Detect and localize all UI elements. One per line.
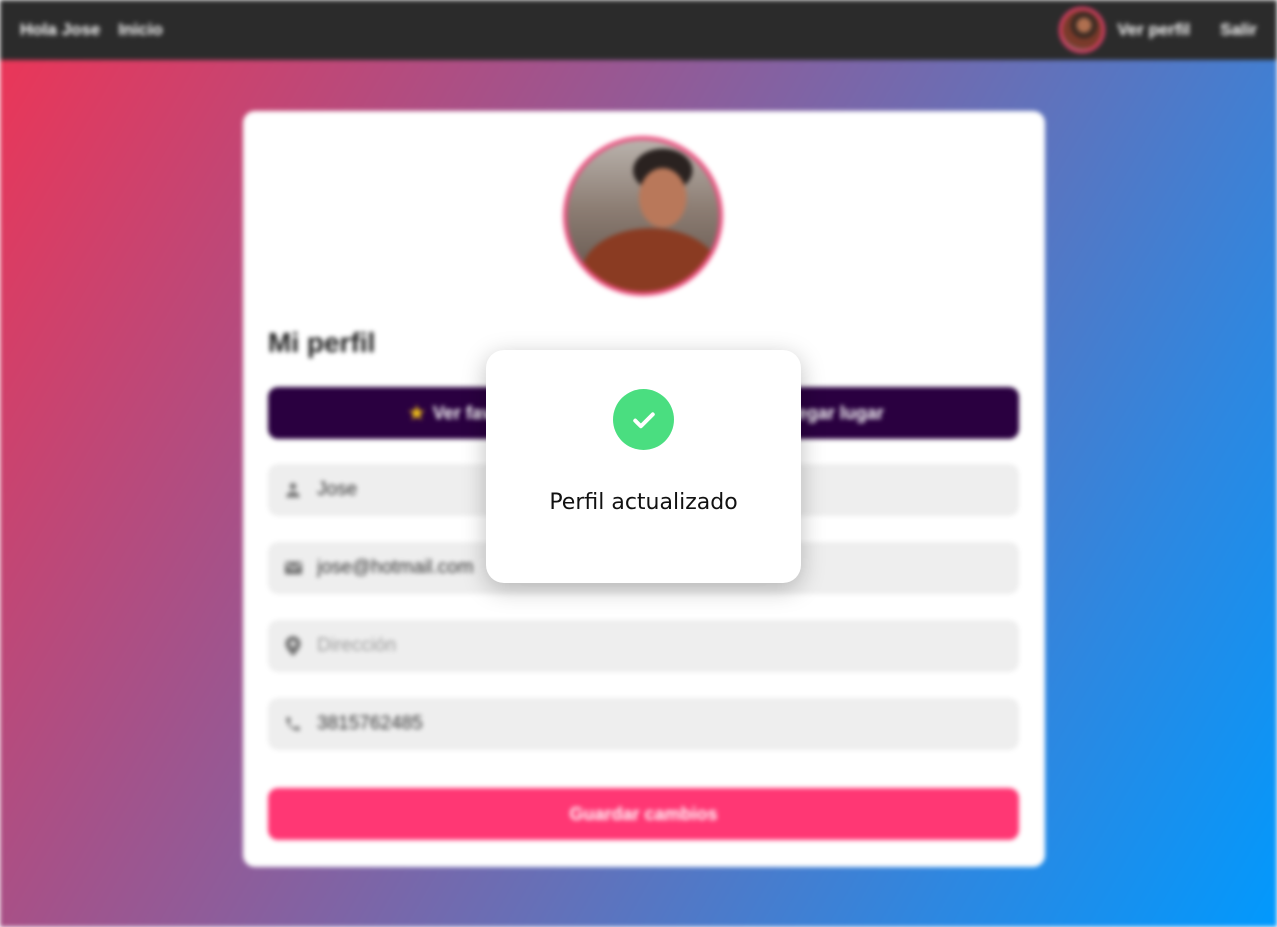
mail-icon — [283, 558, 303, 578]
save-changes-button[interactable]: Guardar cambios — [268, 788, 1019, 840]
check-circle-icon — [613, 389, 674, 450]
navbar: Hola Jose Inicio Ver perfil Salir — [0, 0, 1277, 60]
profile-photo[interactable] — [563, 136, 723, 296]
star-icon: ★ — [408, 402, 425, 423]
phone-icon — [283, 714, 303, 734]
page-title: Mi perfil — [268, 327, 376, 358]
greeting-link[interactable]: Hola Jose — [20, 20, 100, 40]
phone-input[interactable] — [317, 709, 957, 739]
success-modal: Perfil actualizado — [486, 350, 801, 583]
phone-field — [268, 698, 1019, 750]
user-avatar[interactable] — [1059, 7, 1106, 53]
address-input[interactable] — [317, 631, 957, 661]
person-icon — [283, 480, 303, 500]
navbar-left: Hola Jose Inicio — [20, 20, 163, 40]
view-profile-link[interactable]: Ver perfil — [1117, 20, 1190, 40]
location-pin-icon — [283, 636, 303, 656]
address-field — [268, 620, 1019, 672]
home-link[interactable]: Inicio — [118, 20, 162, 40]
navbar-right: Ver perfil Salir — [1059, 7, 1257, 53]
logout-link[interactable]: Salir — [1220, 20, 1257, 40]
modal-message: Perfil actualizado — [549, 490, 738, 515]
